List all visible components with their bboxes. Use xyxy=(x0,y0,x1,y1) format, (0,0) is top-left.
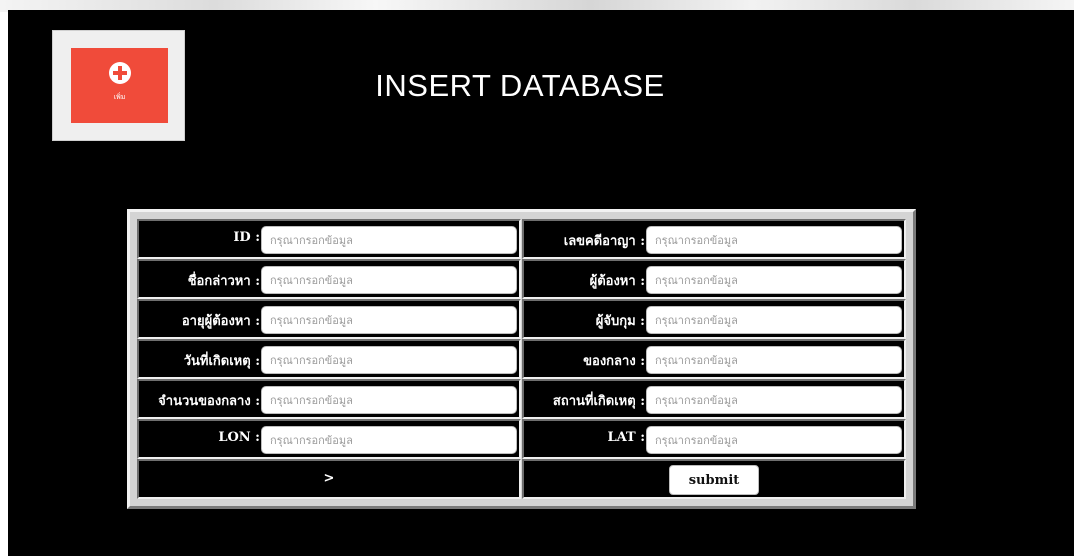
suspect-field[interactable] xyxy=(646,266,902,294)
charge-field[interactable] xyxy=(261,266,517,294)
lon-field[interactable] xyxy=(261,426,517,454)
form-cell-incident-date: วันที่เกิดเหตุ : xyxy=(137,339,521,379)
lon-label: LON : xyxy=(218,430,260,445)
submit-button[interactable]: submit xyxy=(669,465,759,495)
incident-date-label: วันที่เกิดเหตุ : xyxy=(183,354,260,369)
evidence-label: ของกลาง : xyxy=(583,354,645,369)
form-grid: ID : เลขคดีอาญา : ชื่อกล่าวหา : ผู้ต้องห… xyxy=(137,219,906,499)
id-field[interactable] xyxy=(261,226,517,254)
id-label: ID : xyxy=(233,230,260,245)
form-cell-link: > xyxy=(137,459,521,499)
page-title: INSERT DATABASE xyxy=(375,68,665,103)
suspect-label: ผู้ต้องหา : xyxy=(589,274,645,289)
incident-location-field[interactable] xyxy=(646,386,902,414)
lat-label: LAT : xyxy=(607,430,645,445)
form-cell-evidence-quantity: จำนวนของกลาง : xyxy=(137,379,521,419)
lat-field[interactable] xyxy=(646,426,902,454)
form-cell-incident-location: สถานที่เกิดเหตุ : xyxy=(522,379,906,419)
form-cell-suspect-age: อายุผู้ต้องหา : xyxy=(137,299,521,339)
evidence-quantity-label: จำนวนของกลาง : xyxy=(158,394,260,409)
arresting-officer-field[interactable] xyxy=(646,306,902,334)
case-number-field[interactable] xyxy=(646,226,902,254)
form-cell-case-number: เลขคดีอาญา : xyxy=(522,219,906,259)
add-record-tile: เพิ่ม xyxy=(71,48,168,123)
suspect-age-label: อายุผู้ต้องหา : xyxy=(181,314,260,329)
next-link[interactable]: > xyxy=(139,471,519,486)
form-cell-id: ID : xyxy=(137,219,521,259)
incident-location-label: สถานที่เกิดเหตุ : xyxy=(552,394,645,409)
incident-date-field[interactable] xyxy=(261,346,517,374)
plus-circle-icon xyxy=(109,62,131,84)
suspect-age-field[interactable] xyxy=(261,306,517,334)
form-cell-lat: LAT : xyxy=(522,419,906,459)
evidence-quantity-field[interactable] xyxy=(261,386,517,414)
arresting-officer-label: ผู้จับกุม : xyxy=(595,314,645,329)
add-record-label: เพิ่ม xyxy=(113,93,126,101)
insert-form: ID : เลขคดีอาญา : ชื่อกล่าวหา : ผู้ต้องห… xyxy=(127,209,916,509)
charge-label: ชื่อกล่าวหา : xyxy=(187,274,260,289)
evidence-field[interactable] xyxy=(646,346,902,374)
case-number-label: เลขคดีอาญา : xyxy=(563,234,645,249)
form-cell-arresting-officer: ผู้จับกุม : xyxy=(522,299,906,339)
add-record-button[interactable]: เพิ่ม xyxy=(52,30,185,141)
form-cell-suspect: ผู้ต้องหา : xyxy=(522,259,906,299)
form-cell-lon: LON : xyxy=(137,419,521,459)
form-cell-charge: ชื่อกล่าวหา : xyxy=(137,259,521,299)
form-cell-evidence: ของกลาง : xyxy=(522,339,906,379)
form-cell-submit: submit xyxy=(522,459,906,499)
